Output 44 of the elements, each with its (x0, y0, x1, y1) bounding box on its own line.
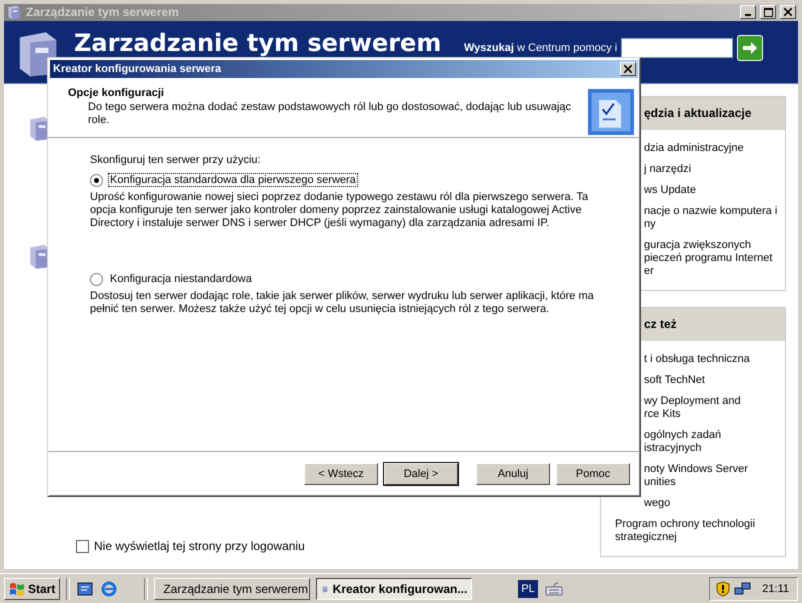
minimize-button[interactable] (740, 5, 756, 20)
page-title: Zarzadzanie tym serwerem (74, 28, 442, 57)
dialog-button[interactable]: Anuluj (476, 463, 550, 485)
option-description: Dostosuj ten serwer dodając role, takie jak serwer plików, serwer wydruku lub serwer aplikacji, które ma pełnić ten serwer. Możesz także użyć tej opcji w celu usunięcia istniejących ról z tego serwera. (90, 290, 595, 316)
step-description: Do tego serwera można dodać zestaw podstawowych ról lub go dostosować, dodając lub usuwając role. (87, 101, 572, 127)
radio-label[interactable]: Konfiguracja standardowa dla pierwszego serwera (108, 173, 358, 187)
go-button[interactable] (737, 34, 764, 61)
search-label: Wyszukaj w Centrum pomocy i (464, 42, 618, 54)
radio-button[interactable] (90, 174, 103, 186)
panel-link[interactable]: Program ochrony technologii strategicznej (601, 514, 785, 548)
keyboard-icon[interactable] (544, 580, 564, 596)
window-title: Zarządzanie tym serwerem (26, 5, 180, 20)
shield-icon[interactable] (716, 580, 730, 596)
search-field[interactable] (621, 38, 734, 58)
network-icon[interactable] (734, 580, 752, 596)
browser-icon[interactable] (100, 580, 118, 598)
clock: 21:11 (762, 582, 789, 594)
wizard-icon (588, 87, 634, 137)
close-button[interactable] (620, 62, 636, 76)
step-heading: Opcje konfiguracji (68, 87, 165, 99)
windows-logo (9, 582, 25, 596)
close-button[interactable] (780, 5, 796, 20)
language-indicator[interactable]: PL (518, 580, 538, 598)
panel-link[interactable]: wego (601, 493, 785, 514)
dialog-button[interactable]: Pomoc (556, 463, 630, 485)
dialog-title: Kreator konfigurowania serwera (53, 63, 222, 75)
start-button[interactable]: Start (4, 578, 60, 600)
maximize-button[interactable] (760, 5, 776, 20)
app-icon (6, 4, 22, 20)
maximize-icon (764, 8, 772, 17)
option-description: Uprość konfigurowanie nowej sieci poprzez dodanie typowego zestawu ról dla pierwszego serwera. Ta opcja konfiguruje ten serwer jako kontroler domeny poprzez zainstalowanie usługi katalogowej Active Directory i instaluje serwer DNS i serwer DHCP (jeśli wymagany) dla zarządzania adresami IP. (90, 191, 590, 230)
taskbar-button[interactable]: Zarządzanie tym serwerem (154, 578, 310, 600)
close-icon (784, 8, 792, 16)
prompt-text: Skonfiguruj ten serwer przy użyciu: (90, 154, 262, 166)
checkbox-label: Nie wyświetlaj tej strony przy logowaniu (94, 539, 305, 553)
desktop-icon[interactable] (76, 580, 94, 598)
dialog-button[interactable]: < Wstecz (304, 463, 378, 485)
close-icon (624, 65, 632, 73)
taskbar-button[interactable]: Kreator konfigurowan... (316, 578, 472, 600)
arrow-icon (742, 40, 758, 55)
radio-button[interactable] (90, 272, 103, 286)
dialog-button[interactable]: Dalej > (384, 463, 458, 485)
radio-label[interactable]: Konfiguracja niestandardowa (108, 272, 254, 286)
checkbox[interactable] (76, 540, 89, 552)
